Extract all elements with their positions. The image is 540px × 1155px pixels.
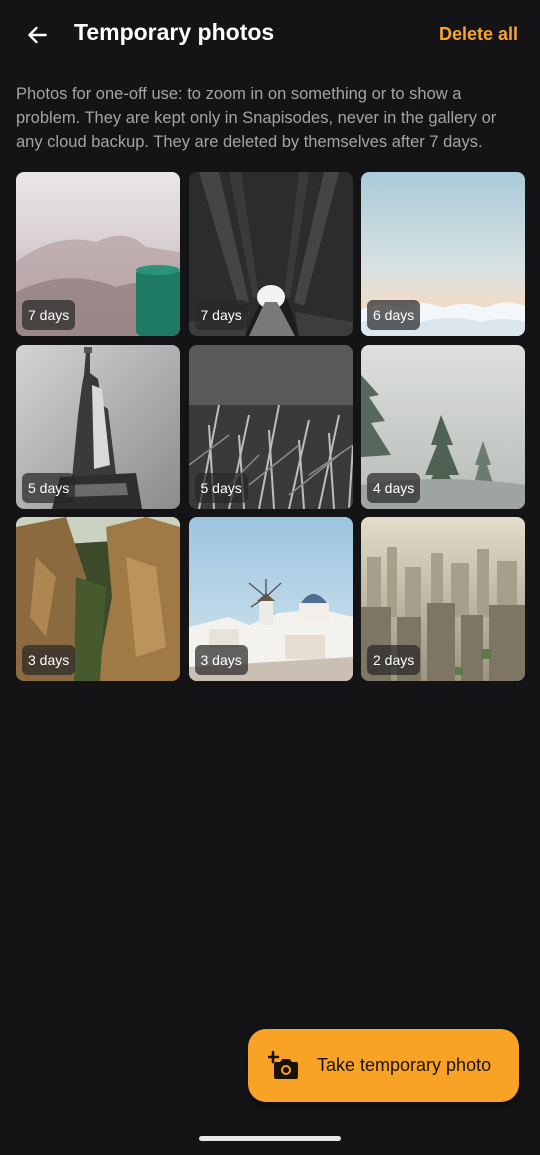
top-app-bar: Temporary photos Delete all (0, 0, 540, 68)
home-indicator[interactable] (199, 1136, 341, 1141)
days-left-badge: 2 days (367, 645, 421, 675)
days-left-badge: 7 days (194, 300, 248, 330)
photo-tile[interactable]: 7 days (188, 172, 353, 336)
photo-tile[interactable]: 3 days (16, 517, 180, 681)
photo-tile[interactable]: 5 days (188, 344, 353, 509)
delete-all-button[interactable]: Delete all (439, 24, 518, 45)
photo-tile[interactable]: 3 days (188, 517, 353, 681)
days-left-badge: 5 days (194, 472, 248, 503)
photo-tile[interactable]: 6 days (361, 172, 525, 336)
take-temporary-photo-label: Take temporary photo (317, 1055, 492, 1075)
take-temporary-photo-button[interactable]: Take temporary photo (248, 1029, 519, 1102)
description-text: Photos for one-off use: to zoom in on so… (16, 85, 497, 151)
days-left-badge: 6 days (367, 300, 421, 330)
days-left-badge: 4 days (367, 472, 421, 503)
arrow-left-icon (28, 26, 47, 44)
days-left-badge: 7 days (22, 300, 76, 330)
page-title: Temporary photos (74, 19, 275, 45)
photo-tile[interactable]: 4 days (361, 344, 525, 509)
photo-grid: 7 days 7 days 6 days 5 days 5 days 4 day… (16, 172, 525, 681)
days-left-badge: 5 days (22, 472, 76, 503)
photo-tile[interactable]: 2 days (361, 517, 525, 681)
back-button[interactable] (16, 14, 58, 56)
photo-tile[interactable]: 5 days (16, 344, 180, 509)
days-left-badge: 3 days (194, 645, 248, 675)
days-left-badge: 3 days (22, 645, 76, 675)
photo-tile[interactable]: 7 days (16, 172, 180, 336)
add-camera-icon (268, 1050, 298, 1079)
